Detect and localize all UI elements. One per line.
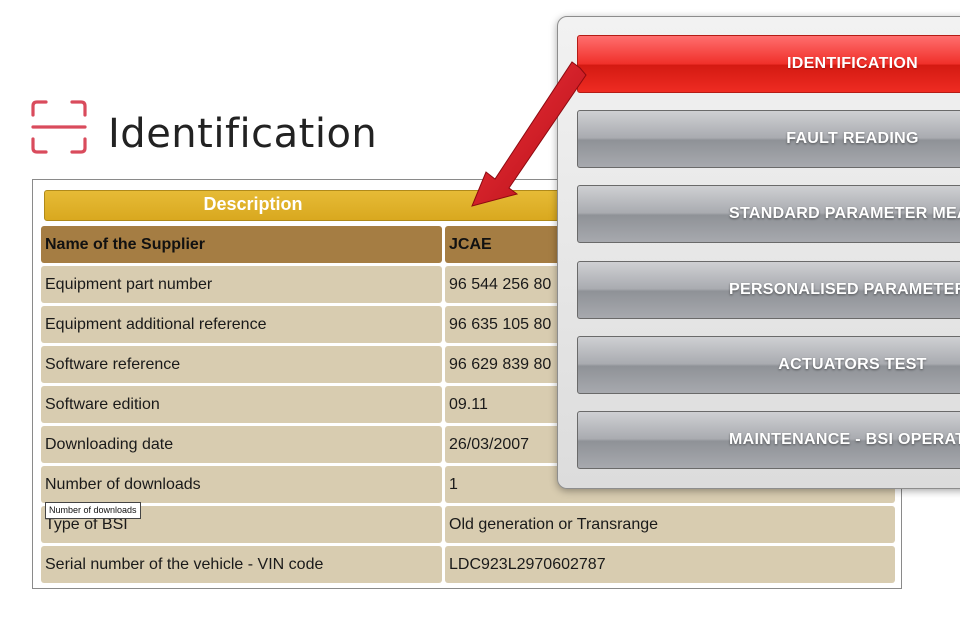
row-value: Old generation or Transrange [445,506,895,543]
menu-standard-parameter-button[interactable]: STANDARD PARAMETER MEASUREMENT [577,185,960,243]
row-label: Equipment part number [41,266,442,303]
red-pointer-arrow-icon [471,61,587,207]
menu-identification-button[interactable]: IDENTIFICATION [577,35,960,93]
menu-fault-reading-button[interactable]: FAULT READING [577,110,960,168]
scan-frame-icon [31,100,87,154]
row-value: LDC923L2970602787 [445,546,895,583]
menu-personalised-parameter-button[interactable]: PERSONALISED PARAMETER MEASUREMENT [577,261,960,319]
row-label: Number of downloads [41,466,442,503]
tooltip: Number of downloads [45,502,141,519]
row-label: Serial number of the vehicle - VIN code [41,546,442,583]
description-label: Description [203,194,303,214]
row-label: Equipment additional reference [41,306,442,343]
page-title: Identification [108,111,378,157]
menu-maintenance-button[interactable]: MAINTENANCE - BSI OPERATING [577,411,960,469]
row-label: Downloading date [41,426,442,463]
menu-actuators-test-button[interactable]: ACTUATORS TEST [577,336,960,394]
supplier-label: Name of the Supplier [41,226,442,263]
row-label: Software edition [41,386,442,423]
row-label: Software reference [41,346,442,383]
